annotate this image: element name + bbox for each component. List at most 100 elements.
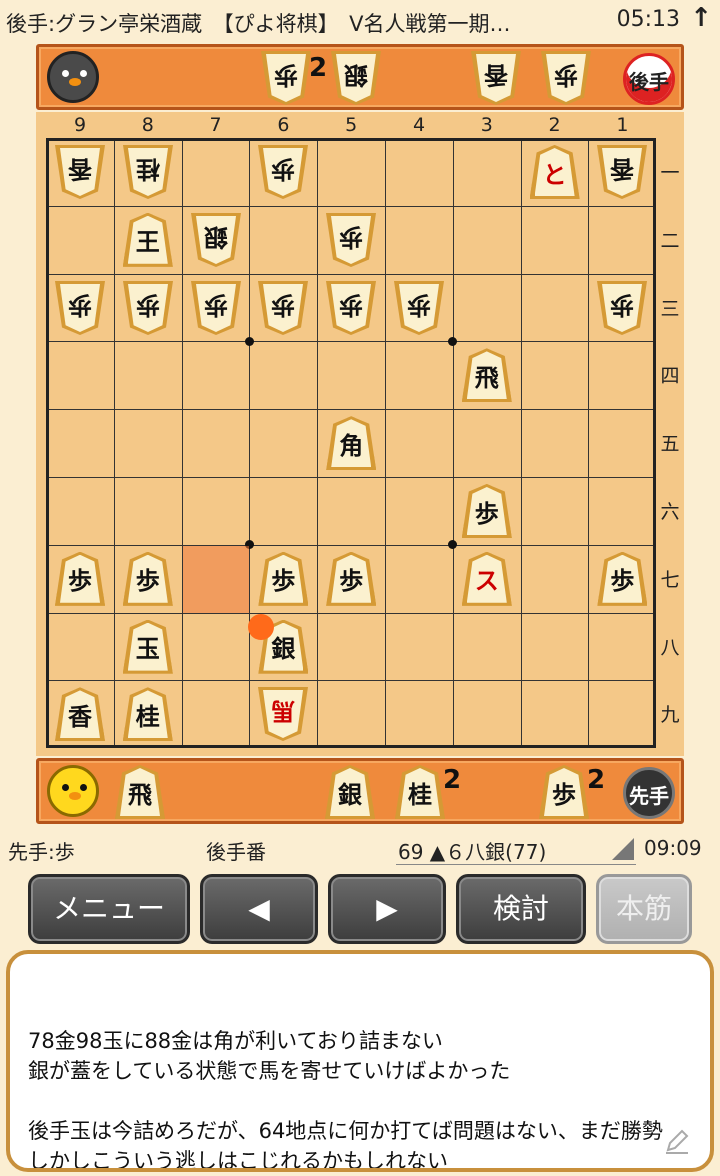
board-grid[interactable]: 香桂歩と香王銀歩歩歩歩歩歩歩歩飛角歩歩歩歩歩ス歩玉銀香桂馬 [46, 138, 656, 748]
piece-label: 歩 [271, 566, 296, 596]
file-label: 7 [209, 114, 222, 136]
move-underline [396, 864, 636, 865]
piece-label: ス [474, 566, 499, 596]
board-piece-36[interactable]: 歩 [461, 484, 512, 538]
piece-label: 銀 [344, 61, 368, 91]
piece-label: 歩 [339, 566, 364, 596]
up-arrow-icon[interactable]: ↑ [690, 3, 712, 33]
sente-hand-piece-3[interactable]: 桂 [395, 765, 445, 819]
board-piece-81[interactable]: 桂 [123, 145, 173, 199]
grid-line [49, 273, 653, 275]
piece-label: 歩 [610, 291, 635, 321]
sente-hand-count-4: 2 [587, 765, 606, 795]
board-piece-52[interactable]: 歩 [326, 213, 376, 267]
rank-label: 一 [660, 162, 680, 184]
piece-label: 飛 [474, 362, 499, 392]
piece-label: 桂 [408, 779, 432, 809]
rank-label: 五 [660, 433, 680, 456]
board-piece-21[interactable]: と [529, 145, 580, 199]
rank-label: 八 [660, 636, 680, 659]
grid-line [49, 205, 653, 207]
board-piece-99[interactable]: 香 [55, 687, 105, 742]
board-piece-91[interactable]: 香 [55, 145, 105, 199]
board-piece-83[interactable]: 歩 [123, 281, 173, 335]
gote-hand-piece-3[interactable]: 香 [471, 51, 521, 105]
board-piece-43[interactable]: 歩 [394, 281, 444, 335]
info-row: 先手:歩 後手番 69 ▲６八銀(77) 09:09 [0, 832, 720, 866]
board-piece-37[interactable]: ス [461, 551, 512, 606]
rank-label: 三 [660, 297, 680, 320]
gote-hand-piece-1[interactable]: 歩 [261, 51, 311, 105]
dropdown-triangle-icon[interactable] [612, 838, 634, 860]
board-piece-72[interactable]: 銀 [191, 213, 241, 267]
board-piece-55[interactable]: 角 [326, 416, 377, 471]
comment-box[interactable]: 78金98玉に88金は角が利いており詰まない 銀が蓋をしている状態で馬を寄せてい… [6, 950, 714, 1172]
sente-hand-piece-2[interactable]: 銀 [325, 765, 375, 819]
piece-label: 馬 [271, 697, 296, 727]
board-piece-87[interactable]: 歩 [122, 551, 173, 606]
board-piece-67[interactable]: 歩 [258, 551, 309, 606]
board-piece-53[interactable]: 歩 [326, 281, 376, 335]
status-bar: 後手:グラン亭栄酒蔵 【ぴよ将棋】 V名人戦第一期… 05:13 ↑ [0, 0, 720, 42]
board-piece-69[interactable]: 馬 [258, 687, 308, 741]
piece-label: 玉 [135, 634, 160, 664]
gote-hand-piece-4[interactable]: 歩 [541, 51, 591, 105]
piece-label: 香 [68, 155, 92, 185]
board-piece-57[interactable]: 歩 [326, 551, 377, 606]
mainline-button: 本筋 [596, 874, 692, 944]
next-move-button[interactable]: ▶ [328, 874, 446, 944]
board-piece-13[interactable]: 歩 [597, 281, 647, 335]
rank-label: 九 [660, 704, 680, 727]
rank-label: 六 [660, 501, 680, 523]
grid-line [452, 141, 454, 745]
piece-label: 歩 [610, 566, 635, 596]
pencil-icon[interactable] [662, 1126, 692, 1156]
board-piece-63[interactable]: 歩 [258, 281, 308, 335]
piece-label: 歩 [135, 566, 160, 596]
turn-indicator: 後手番 [206, 840, 266, 864]
prev-move-button[interactable]: ◀ [200, 874, 318, 944]
board-piece-61[interactable]: 歩 [258, 145, 308, 199]
board-piece-17[interactable]: 歩 [597, 551, 648, 606]
board-piece-88[interactable]: 玉 [122, 619, 173, 674]
menu-button[interactable]: メニュー [28, 874, 190, 944]
piece-label: 歩 [552, 779, 576, 809]
rank-label: 二 [660, 229, 680, 252]
piece-label: と [542, 159, 567, 189]
gote-hand-piece-2[interactable]: 銀 [331, 51, 381, 105]
star-point [448, 540, 458, 550]
grid-line [49, 612, 653, 614]
rank-label: 七 [660, 568, 680, 591]
board-piece-34[interactable]: 飛 [461, 348, 512, 403]
sente-hand-tray: 飛 銀 桂 2 歩 2 先手 [36, 758, 684, 824]
file-label: 4 [412, 114, 426, 136]
sente-hand-count-3: 2 [443, 765, 462, 795]
sente-badge: 先手 [623, 767, 675, 819]
sente-hand-piece-4[interactable]: 歩 [539, 765, 589, 819]
move-origin-highlight [182, 545, 250, 613]
piece-label: 歩 [135, 291, 160, 321]
piece-label: 飛 [128, 779, 152, 809]
file-label: 1 [616, 114, 629, 136]
piece-label: 銀 [203, 223, 228, 253]
sente-hand-piece-1[interactable]: 飛 [115, 765, 165, 819]
piece-label: 歩 [68, 291, 92, 321]
board-piece-89[interactable]: 桂 [122, 687, 173, 742]
board-piece-73[interactable]: 歩 [191, 281, 241, 335]
analyze-button[interactable]: 検討 [456, 874, 586, 944]
file-label: 2 [548, 114, 561, 136]
gote-badge: 後手 [623, 53, 675, 105]
board-piece-82[interactable]: 王 [122, 212, 173, 267]
file-label: 6 [277, 114, 290, 136]
comment-text: 78金98玉に88金は角が利いており詰まない 銀が蓋をしている状態で馬を寄せてい… [28, 1029, 663, 1172]
grid-line [113, 141, 115, 745]
board-piece-93[interactable]: 歩 [55, 281, 105, 335]
piece-label: 歩 [271, 291, 296, 321]
piece-label: 歩 [271, 155, 296, 185]
board-piece-11[interactable]: 香 [597, 145, 647, 199]
sente-avatar [47, 765, 99, 817]
piece-label: 銀 [338, 779, 362, 809]
board-piece-97[interactable]: 歩 [55, 551, 105, 606]
current-move[interactable]: 69 ▲６八銀(77) [398, 836, 546, 865]
piece-label: 歩 [407, 291, 431, 321]
